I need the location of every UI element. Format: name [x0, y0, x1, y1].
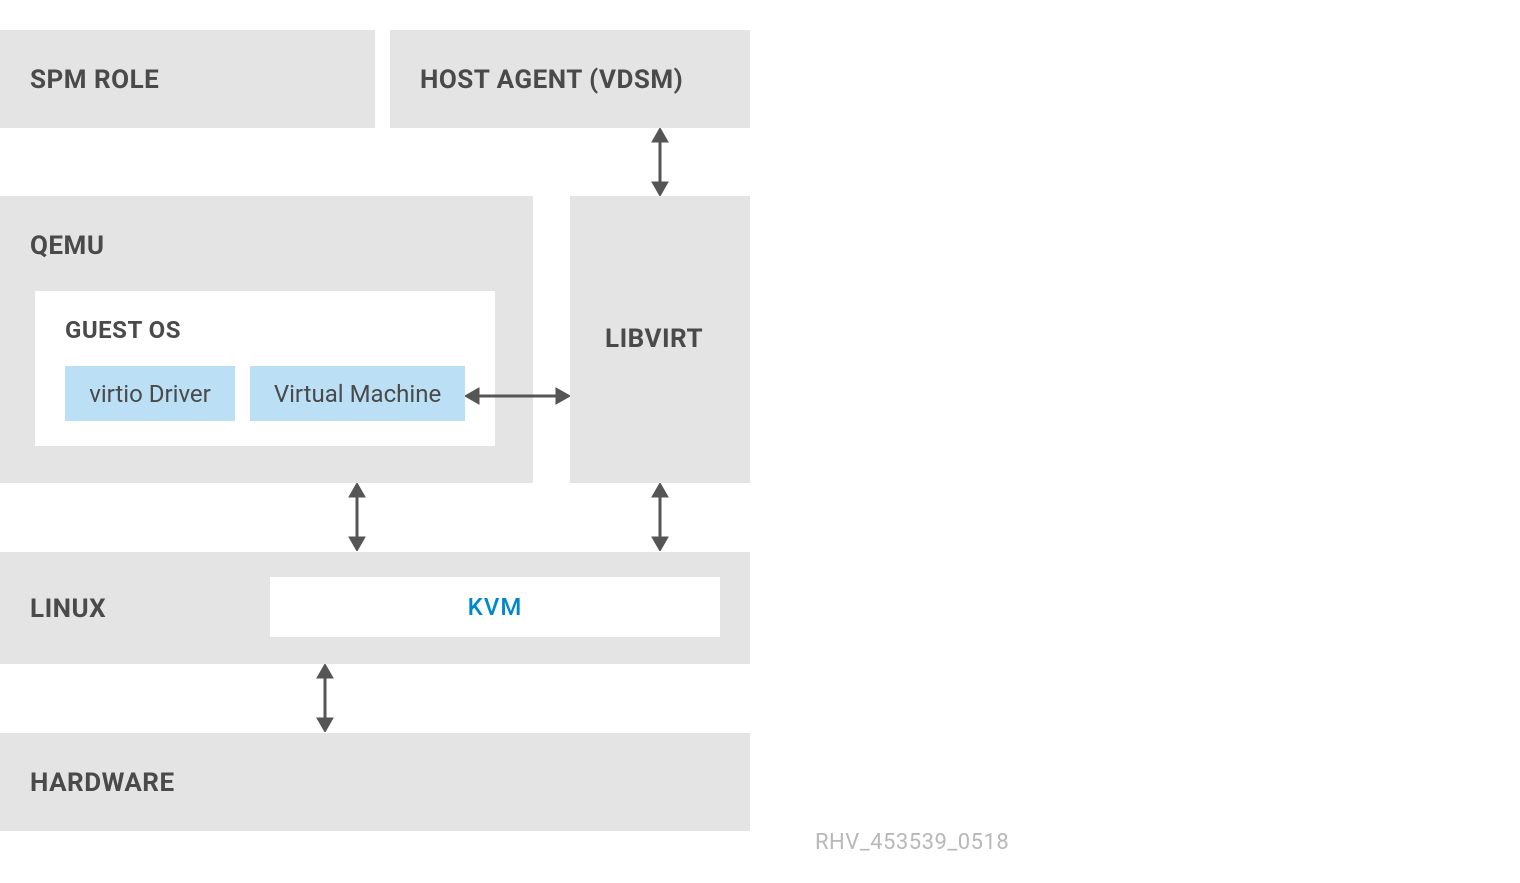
hardware-block: HARDWARE — [0, 733, 750, 831]
architecture-diagram: SPM ROLE HOST AGENT (VDSM) QEMU GUEST OS… — [0, 0, 1000, 883]
virtio-driver-label: virtio Driver — [89, 380, 211, 408]
linux-block: LINUX KVM — [0, 552, 750, 664]
footer-label: RHV_453539_0518 — [815, 830, 1009, 855]
linux-label: LINUX — [30, 594, 106, 624]
spm-role-label: SPM ROLE — [30, 65, 159, 95]
kvm-box: KVM — [270, 577, 720, 637]
spm-role-block: SPM ROLE — [0, 30, 375, 128]
host-agent-block: HOST AGENT (VDSM) — [390, 30, 750, 128]
libvirt-label: LIBVIRT — [605, 324, 703, 354]
arrow-guestos-libvirt — [465, 384, 570, 408]
arrow-qemu-linux — [345, 483, 369, 551]
virtio-driver-box: virtio Driver — [65, 366, 235, 421]
host-agent-label: HOST AGENT (VDSM) — [420, 65, 683, 95]
libvirt-block: LIBVIRT — [570, 196, 750, 483]
arrow-linux-hardware — [313, 664, 337, 732]
arrow-libvirt-linux — [648, 483, 672, 551]
arrow-hostagent-libvirt — [648, 128, 672, 196]
kvm-label: KVM — [468, 593, 523, 621]
qemu-label: QEMU — [30, 231, 104, 261]
hardware-label: HARDWARE — [30, 768, 175, 798]
guest-os-box: GUEST OS virtio Driver Virtual Machine — [35, 291, 495, 446]
qemu-block: QEMU GUEST OS virtio Driver Virtual Mach… — [0, 196, 533, 483]
guest-os-label: GUEST OS — [65, 316, 181, 344]
virtual-machine-label: Virtual Machine — [274, 380, 441, 408]
virtual-machine-box: Virtual Machine — [250, 366, 465, 421]
